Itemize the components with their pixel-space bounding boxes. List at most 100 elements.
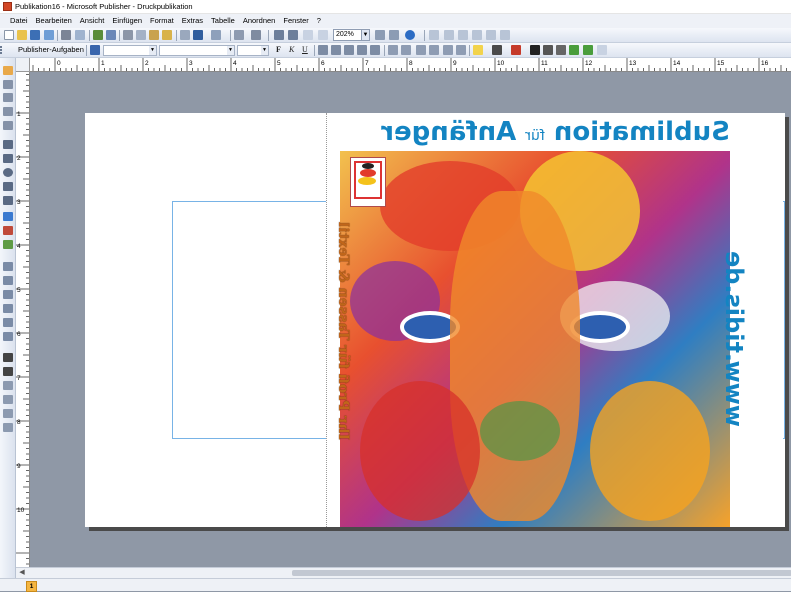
zoom-select[interactable]: 202% ▼ — [333, 29, 370, 41]
zoom-plus-icon[interactable] — [389, 30, 399, 40]
help-icon[interactable] — [405, 30, 415, 40]
menu-tabelle[interactable]: Tabelle — [207, 14, 239, 28]
draw-table-icon[interactable] — [429, 30, 439, 40]
object-icon[interactable] — [234, 30, 244, 40]
slogan-textbox[interactable]: Ihr Profi für Tassen & Textil — [327, 151, 359, 527]
publication-page[interactable]: Sublimation für Anfänger Ihr Profi für T… — [85, 113, 785, 527]
brightness-icon[interactable] — [3, 304, 13, 313]
align-left-icon[interactable] — [318, 45, 328, 55]
redo-icon[interactable] — [211, 30, 221, 40]
horizontal-scrollbar[interactable]: ◀ — [16, 567, 791, 578]
fill-color-icon[interactable] — [473, 45, 483, 55]
headline-text[interactable]: Sublimation für Anfänger — [327, 113, 783, 151]
image-tool-icon[interactable] — [3, 276, 13, 285]
chevron-down-icon[interactable]: ▼ — [227, 46, 234, 55]
chevron-down-icon[interactable]: ▼ — [149, 46, 156, 55]
font-size-select[interactable]: ▼ — [237, 45, 269, 56]
numbering-icon[interactable] — [388, 45, 398, 55]
columns-icon[interactable] — [486, 30, 496, 40]
bold-button[interactable]: F — [276, 44, 281, 56]
style-select[interactable]: ▼ — [103, 45, 157, 56]
picture-frame-icon[interactable] — [3, 121, 13, 130]
crop-icon[interactable] — [3, 290, 13, 299]
scrollbar-thumb[interactable] — [292, 570, 791, 576]
line-style-icon[interactable] — [530, 45, 540, 55]
line-color-icon[interactable] — [492, 45, 502, 55]
menu-help[interactable]: ? — [313, 14, 325, 28]
underline-button[interactable]: U — [302, 44, 308, 56]
paste-icon[interactable] — [149, 30, 159, 40]
chevron-down-icon[interactable]: ▼ — [361, 30, 369, 40]
font-select[interactable]: ▼ — [159, 45, 235, 56]
hyperlink-icon[interactable] — [472, 30, 482, 40]
shadow-style-icon[interactable] — [569, 45, 579, 55]
menu-einfuegen[interactable]: Einfügen — [108, 14, 146, 28]
rotate-icon[interactable] — [251, 30, 261, 40]
scroll-left-icon[interactable]: ◀ — [17, 568, 27, 578]
menu-extras[interactable]: Extras — [178, 14, 207, 28]
mirrored-design[interactable]: Sublimation für Anfänger Ihr Profi für T… — [326, 113, 783, 527]
url-textbox[interactable]: www.tidis.de — [674, 151, 783, 527]
paragraph-mark-icon[interactable] — [318, 30, 328, 40]
autoshapes-icon[interactable] — [3, 196, 13, 205]
styles-icon[interactable] — [90, 45, 100, 55]
3d-style-icon[interactable] — [583, 45, 593, 55]
design-gallery-icon[interactable] — [3, 262, 13, 271]
spelling-icon[interactable] — [93, 30, 103, 40]
clear-icon[interactable] — [180, 30, 190, 40]
print-icon[interactable] — [61, 30, 71, 40]
wordart-tool-icon[interactable] — [3, 107, 13, 116]
vertical-ruler[interactable]: 1 2 3 4 5 6 7 8 9 10 — [16, 72, 30, 567]
publisher-app-icon[interactable] — [3, 2, 12, 11]
table-icon[interactable] — [303, 30, 313, 40]
print-preview-icon[interactable] — [75, 30, 85, 40]
more-buttons-icon[interactable] — [597, 45, 607, 55]
contrast-icon[interactable] — [3, 318, 13, 327]
ruler-corner[interactable] — [16, 58, 30, 72]
chevron-down-icon[interactable]: ▼ — [261, 46, 268, 55]
text-box-icon[interactable] — [3, 80, 13, 89]
align-center-icon[interactable] — [331, 45, 341, 55]
menu-fenster[interactable]: Fenster — [279, 14, 312, 28]
arrow-style-icon[interactable] — [556, 45, 566, 55]
align-right-icon[interactable] — [344, 45, 354, 55]
hotspot-icon[interactable] — [3, 212, 13, 221]
toolbar-grip[interactable] — [0, 46, 6, 54]
zoom-out-icon[interactable] — [274, 30, 284, 40]
format-painter-icon[interactable] — [162, 30, 172, 40]
color-tool-icon[interactable] — [3, 332, 13, 341]
menu-format[interactable]: Format — [146, 14, 178, 28]
italic-button[interactable]: K — [289, 44, 294, 56]
horizontal-ruler[interactable]: 0 1 2 3 4 5 6 7 8 9 10 11 12 13 14 15 16 — [30, 58, 791, 72]
font-color-icon[interactable] — [511, 45, 521, 55]
justify-icon[interactable] — [357, 45, 367, 55]
insert-image-icon[interactable] — [444, 30, 454, 40]
line-tool-icon[interactable] — [3, 140, 13, 149]
painted-face-photo[interactable] — [340, 151, 730, 527]
bullets-icon[interactable] — [401, 45, 411, 55]
research-icon[interactable] — [106, 30, 116, 40]
rectangle-tool-icon[interactable] — [3, 182, 13, 191]
insert-table-icon[interactable] — [3, 93, 13, 102]
decrease-font-icon[interactable] — [443, 45, 453, 55]
page-navigator-button[interactable]: 1 — [26, 581, 37, 592]
copy-icon[interactable] — [136, 30, 146, 40]
oval-tool-icon[interactable] — [3, 168, 13, 177]
menu-anordnen[interactable]: Anordnen — [239, 14, 280, 28]
more-tools-icon[interactable] — [3, 423, 13, 432]
increase-font-icon[interactable] — [456, 45, 466, 55]
zoom-minus-icon[interactable] — [375, 30, 385, 40]
select-pointer-icon[interactable] — [3, 66, 13, 75]
line-weight-icon[interactable] — [3, 353, 13, 362]
mail-icon[interactable] — [44, 30, 54, 40]
increase-indent-icon[interactable] — [429, 45, 439, 55]
menu-ansicht[interactable]: Ansicht — [76, 14, 109, 28]
zoom-in-icon[interactable] — [288, 30, 298, 40]
frame-icon[interactable] — [500, 30, 510, 40]
open-icon[interactable] — [17, 30, 27, 40]
dash-style-icon[interactable] — [543, 45, 553, 55]
decrease-indent-icon[interactable] — [416, 45, 426, 55]
reset-picture-icon[interactable] — [3, 409, 13, 418]
form-control-icon[interactable] — [3, 226, 13, 235]
workspace[interactable]: Sublimation für Anfänger Ihr Profi für T… — [30, 72, 791, 567]
